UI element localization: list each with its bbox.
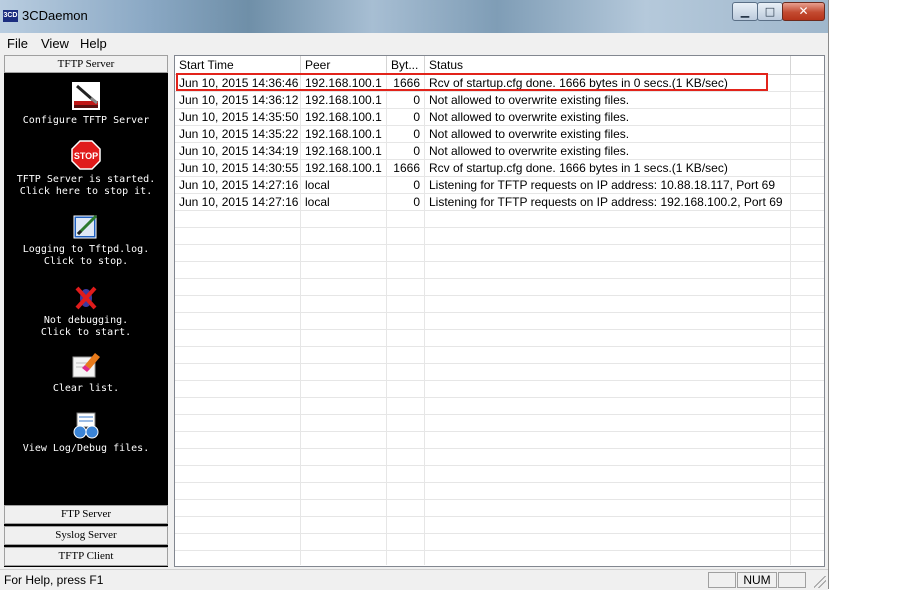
cell-peer: local <box>305 195 330 209</box>
window-title: 3CDaemon <box>22 8 88 23</box>
column-divider <box>424 75 425 565</box>
view-log-files-label: View Log/Debug files. <box>22 443 150 454</box>
clear-list-icon <box>72 353 100 378</box>
stop-icon-text: STOP <box>74 151 98 161</box>
column-header-bytes[interactable]: Byt... <box>387 56 425 74</box>
column-divider <box>790 75 791 565</box>
sidebar: TFTP Server Configure TFTP Server STOP T… <box>4 55 168 567</box>
cell-bytes: 1666 <box>393 76 420 90</box>
menu-bar: File View Help <box>0 33 828 53</box>
cell-status: Not allowed to overwrite existing files. <box>429 93 630 107</box>
resize-grip-icon[interactable] <box>814 576 826 588</box>
table-row[interactable]: Jun 10, 2015 14:27:16 local 0 Listening … <box>175 194 824 210</box>
table-row[interactable]: Jun 10, 2015 14:34:19 192.168.100.1 0 No… <box>175 143 824 159</box>
app-icon: 3CD <box>3 10 18 22</box>
debugging-toggle-action[interactable]: Not debugging. Click to start. <box>4 283 168 339</box>
title-bar[interactable]: 3CD 3CDaemon ▁ □ ✕ <box>0 0 828 33</box>
sidebar-syslog-server-button[interactable]: Syslog Server <box>4 526 168 545</box>
logging-status-label: Logging to Tftpd.log. Click to stop. <box>22 244 150 267</box>
logging-icon <box>73 214 98 239</box>
cell-peer: 192.168.100.1 <box>305 110 382 124</box>
column-divider <box>300 75 301 565</box>
column-divider <box>386 75 387 565</box>
cell-peer: 192.168.100.1 <box>305 76 382 90</box>
cell-bytes: 0 <box>413 178 420 192</box>
table-row[interactable]: Jun 10, 2015 14:36:46 192.168.100.1 1666… <box>175 75 824 91</box>
cell-start-time: Jun 10, 2015 14:35:50 <box>179 110 299 124</box>
status-bar: For Help, press F1 NUM <box>0 569 828 590</box>
debugging-status-label: Not debugging. Click to start. <box>40 315 132 338</box>
table-row[interactable]: Jun 10, 2015 14:35:22 192.168.100.1 0 No… <box>175 126 824 142</box>
configure-tftp-server-action[interactable]: Configure TFTP Server <box>4 81 168 127</box>
menu-file[interactable]: File <box>7 36 28 51</box>
clear-list-action[interactable]: Clear list. <box>4 351 168 395</box>
cell-peer: 192.168.100.1 <box>305 161 382 175</box>
cell-status: Not allowed to overwrite existing files. <box>429 110 630 124</box>
sidebar-tftp-client-button[interactable]: TFTP Client <box>4 547 168 566</box>
clear-list-label: Clear list. <box>52 383 120 394</box>
column-header-start-time[interactable]: Start Time <box>175 56 301 74</box>
close-button[interactable]: ✕ <box>782 2 825 21</box>
minimize-button[interactable]: ▁ <box>732 2 758 21</box>
cell-bytes: 1666 <box>393 161 420 175</box>
menu-help[interactable]: Help <box>80 36 107 51</box>
tftp-server-toggle-action[interactable]: STOP TFTP Server is started. Click here … <box>4 140 168 198</box>
table-rows: Jun 10, 2015 14:36:46 192.168.100.1 1666… <box>175 75 824 565</box>
sidebar-ftp-server-button[interactable]: FTP Server <box>4 505 168 524</box>
cell-peer: local <box>305 178 330 192</box>
cell-start-time: Jun 10, 2015 14:35:22 <box>179 127 299 141</box>
table-row[interactable]: Jun 10, 2015 14:30:55 192.168.100.1 1666… <box>175 160 824 176</box>
cell-peer: 192.168.100.1 <box>305 144 382 158</box>
close-icon: ✕ <box>798 4 809 18</box>
cell-start-time: Jun 10, 2015 14:27:16 <box>179 195 299 209</box>
cell-status: Rcv of startup.cfg done. 1666 bytes in 1… <box>429 161 728 175</box>
cell-start-time: Jun 10, 2015 14:27:16 <box>179 178 299 192</box>
transfer-log-table[interactable]: Start Time Peer Byt... Status Jun 10, 20… <box>174 55 825 567</box>
logging-toggle-action[interactable]: Logging to Tftpd.log. Click to stop. <box>4 212 168 268</box>
cell-start-time: Jun 10, 2015 14:30:55 <box>179 161 299 175</box>
status-panel-empty <box>708 572 736 588</box>
maximize-button[interactable]: □ <box>757 2 783 21</box>
view-log-icon <box>73 412 99 439</box>
maximize-icon: □ <box>764 5 776 18</box>
column-header-peer[interactable]: Peer <box>301 56 387 74</box>
view-log-files-action[interactable]: View Log/Debug files. <box>4 411 168 455</box>
stop-icon: STOP <box>71 140 101 170</box>
cell-bytes: 0 <box>413 144 420 158</box>
cell-bytes: 0 <box>413 127 420 141</box>
debug-off-icon <box>75 286 97 310</box>
sidebar-tftp-server-header[interactable]: TFTP Server <box>4 55 168 73</box>
tftp-server-status-label: TFTP Server is started. Click here to st… <box>16 174 156 197</box>
cell-status: Listening for TFTP requests on IP addres… <box>429 195 783 209</box>
table-row[interactable]: Jun 10, 2015 14:35:50 192.168.100.1 0 No… <box>175 109 824 125</box>
cell-peer: 192.168.100.1 <box>305 127 382 141</box>
cell-bytes: 0 <box>413 93 420 107</box>
status-num-indicator: NUM <box>737 572 777 588</box>
cell-start-time: Jun 10, 2015 14:34:19 <box>179 144 299 158</box>
configure-tftp-server-label: Configure TFTP Server <box>22 115 150 126</box>
app-window: 3CD 3CDaemon ▁ □ ✕ File View Help TFTP S… <box>0 0 829 590</box>
table-row[interactable]: Jun 10, 2015 14:27:16 local 0 Listening … <box>175 177 824 193</box>
table-header: Start Time Peer Byt... Status <box>175 56 824 75</box>
status-panel-empty <box>778 572 806 588</box>
minimize-icon: ▁ <box>740 5 750 18</box>
column-header-status[interactable]: Status <box>425 56 791 74</box>
cell-start-time: Jun 10, 2015 14:36:12 <box>179 93 299 107</box>
cell-bytes: 0 <box>413 195 420 209</box>
cell-peer: 192.168.100.1 <box>305 93 382 107</box>
status-help-text: For Help, press F1 <box>4 573 104 587</box>
configure-icon <box>72 82 100 110</box>
cell-bytes: 0 <box>413 110 420 124</box>
cell-status: Not allowed to overwrite existing files. <box>429 144 630 158</box>
cell-status: Listening for TFTP requests on IP addres… <box>429 178 775 192</box>
cell-status: Not allowed to overwrite existing files. <box>429 127 630 141</box>
table-row[interactable]: Jun 10, 2015 14:36:12 192.168.100.1 0 No… <box>175 92 824 108</box>
cell-start-time: Jun 10, 2015 14:36:46 <box>179 76 299 90</box>
cell-status: Rcv of startup.cfg done. 1666 bytes in 0… <box>429 76 728 90</box>
menu-view[interactable]: View <box>41 36 69 51</box>
